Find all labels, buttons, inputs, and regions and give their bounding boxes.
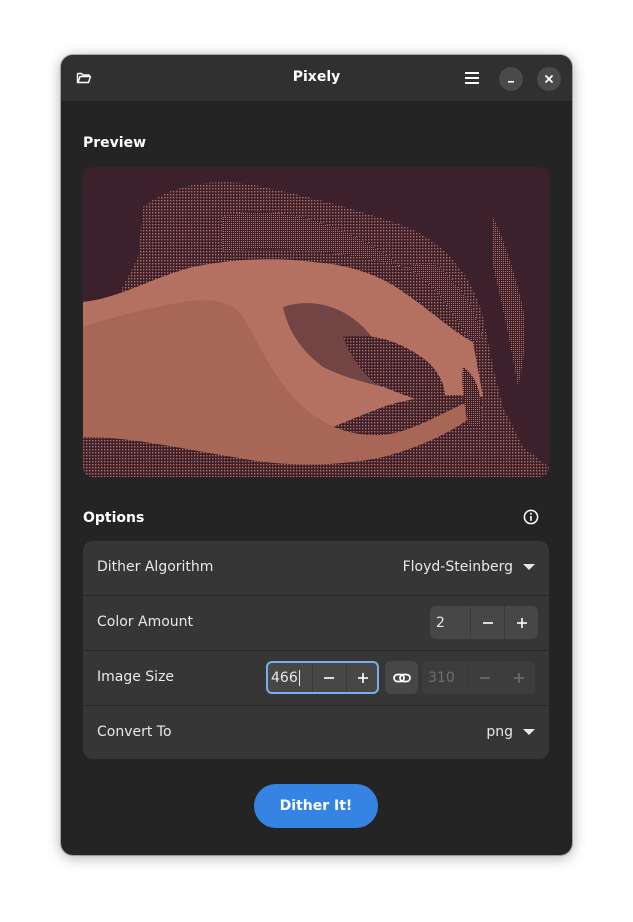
minimize-icon: [508, 81, 514, 83]
text-cursor: [298, 669, 300, 686]
color-amount-label: Color Amount: [97, 614, 194, 630]
minus-icon: [482, 621, 493, 624]
convert-to-value: png: [486, 724, 513, 740]
height-input: 310: [428, 669, 455, 686]
width-input[interactable]: 466: [266, 661, 312, 694]
plus-icon: [357, 672, 368, 683]
dither-algorithm-value: Floyd-Steinberg: [402, 559, 513, 575]
width-spinbutton: 466: [266, 661, 379, 694]
close-icon: [545, 75, 553, 83]
color-amount-input[interactable]: 2: [430, 606, 470, 639]
window-title: Pixely: [292, 69, 341, 85]
close-button[interactable]: [537, 67, 561, 91]
options-list: Dither Algorithm Floyd-Steinberg Color A…: [83, 541, 549, 759]
height-spinbutton: 310: [422, 661, 535, 694]
plus-icon: [513, 672, 524, 683]
link-aspect-ratio-button[interactable]: [385, 661, 418, 694]
main-menu-button[interactable]: [457, 63, 487, 93]
color-amount-increment-button[interactable]: [504, 606, 538, 639]
convert-to-dropdown[interactable]: png: [486, 724, 535, 740]
height-increment-button: [501, 661, 535, 694]
info-icon: [523, 509, 539, 525]
color-amount-spinbutton: 2: [430, 606, 538, 639]
dither-algorithm-label: Dither Algorithm: [97, 559, 214, 575]
dither-algorithm-row[interactable]: Dither Algorithm Floyd-Steinberg: [83, 541, 549, 596]
plus-icon: [516, 617, 527, 628]
hamburger-menu-icon: [465, 72, 479, 84]
image-size-label: Image Size: [97, 669, 175, 685]
info-button[interactable]: [523, 509, 539, 525]
header-bar: Pixely: [61, 55, 572, 102]
convert-to-label: Convert To: [97, 724, 172, 740]
dropdown-arrow-icon: [523, 564, 535, 570]
app-window: Pixely Preview Options Dither Algorithm …: [61, 55, 572, 855]
width-decrement-button[interactable]: [312, 661, 345, 694]
minimize-button[interactable]: [499, 67, 523, 91]
height-decrement-button: [468, 661, 501, 694]
convert-to-row[interactable]: Convert To png: [83, 706, 549, 759]
image-size-row: Image Size 466 310: [83, 651, 549, 706]
preview-heading: Preview: [83, 135, 147, 151]
color-amount-row: Color Amount 2: [83, 596, 549, 651]
dithered-image: [83, 167, 549, 477]
options-heading: Options: [83, 510, 145, 526]
width-increment-button[interactable]: [345, 661, 379, 694]
dither-algorithm-dropdown[interactable]: Floyd-Steinberg: [403, 559, 535, 575]
dither-button[interactable]: Dither It!: [254, 784, 378, 828]
minus-icon: [480, 676, 491, 679]
preview-image: [83, 167, 549, 477]
color-amount-decrement-button[interactable]: [470, 606, 504, 639]
dropdown-arrow-icon: [523, 729, 535, 735]
link-icon: [392, 673, 411, 682]
minus-icon: [324, 676, 335, 679]
